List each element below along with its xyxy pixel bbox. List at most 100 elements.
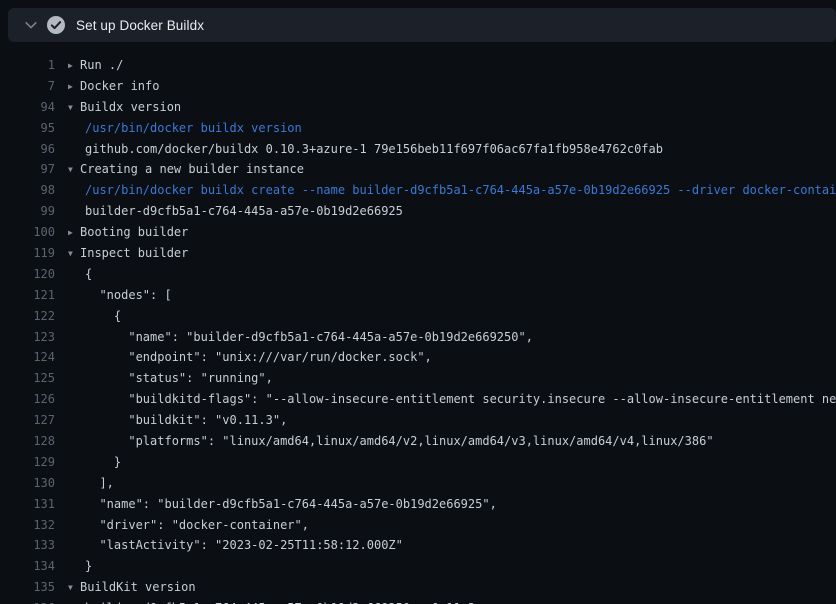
line-number[interactable]: 100 (0, 222, 55, 243)
line-number[interactable]: 121 (0, 285, 55, 306)
line-number[interactable]: 124 (0, 347, 55, 368)
log-line: 132 "driver": "docker-container", (0, 515, 836, 536)
line-number[interactable]: 130 (0, 473, 55, 494)
group-title: Docker info (80, 79, 159, 93)
line-number[interactable]: 127 (0, 410, 55, 431)
line-number[interactable]: 95 (0, 118, 55, 139)
log-line: 96 github.com/docker/buildx 0.10.3+azure-… (0, 139, 836, 160)
line-number[interactable]: 132 (0, 515, 55, 536)
line-number[interactable]: 129 (0, 452, 55, 473)
line-number[interactable]: 128 (0, 431, 55, 452)
output-text: } (85, 455, 121, 469)
log-line-content: "driver": "docker-container", (68, 515, 309, 536)
line-number[interactable]: 120 (0, 264, 55, 285)
log-line-content[interactable]: ▶Docker info (68, 76, 159, 97)
group-title: Run ./ (80, 58, 123, 72)
line-number[interactable]: 123 (0, 327, 55, 348)
command-text: /usr/bin/docker buildx version (85, 121, 302, 135)
line-number[interactable]: 133 (0, 535, 55, 556)
output-text: { (85, 309, 121, 323)
disclosure-expanded-icon[interactable]: ▼ (68, 244, 80, 265)
log-line-content: builder-d9cfb5a1-c764-445a-a57e-0b19d2e6… (68, 598, 475, 604)
output-text: "driver": "docker-container", (85, 518, 309, 532)
log-line: 123 "name": "builder-d9cfb5a1-c764-445a-… (0, 327, 836, 348)
disclosure-expanded-icon[interactable]: ▼ (68, 578, 80, 599)
disclosure-collapsed-icon[interactable]: ▶ (68, 223, 80, 244)
log-line: 95/usr/bin/docker buildx version (0, 118, 836, 139)
log-line-content[interactable]: ▶Run ./ (68, 55, 123, 76)
log-line: 126 "buildkitd-flags": "--allow-insecure… (0, 389, 836, 410)
line-number[interactable]: 7 (0, 76, 55, 97)
line-number[interactable]: 135 (0, 577, 55, 598)
log-group-line[interactable]: 94 ▼Buildx version (0, 97, 836, 118)
line-number[interactable]: 99 (0, 201, 55, 222)
log-area: 1▶Run ./7▶Docker info94▼Buildx version95… (0, 55, 836, 604)
step-header[interactable]: Set up Docker Buildx (8, 8, 836, 42)
disclosure-expanded-icon[interactable]: ▼ (68, 160, 80, 181)
log-line-content: "lastActivity": "2023-02-25T11:58:12.000… (68, 535, 403, 556)
log-group-line[interactable]: 100 ▶Booting builder (0, 222, 836, 243)
output-text: "name": "builder-d9cfb5a1-c764-445a-a57e… (85, 497, 497, 511)
log-line: 128 "platforms": "linux/amd64,linux/amd6… (0, 431, 836, 452)
line-number[interactable]: 97 (0, 159, 55, 180)
output-text: ], (85, 476, 114, 490)
log-line: 98/usr/bin/docker buildx create --name b… (0, 180, 836, 201)
log-line-content: "buildkit": "v0.11.3", (68, 410, 287, 431)
log-line-content: "name": "builder-d9cfb5a1-c764-445a-a57e… (68, 494, 497, 515)
output-text: "status": "running", (85, 371, 273, 385)
chevron-down-icon[interactable] (23, 17, 39, 33)
output-text: } (85, 559, 92, 573)
line-number[interactable]: 126 (0, 389, 55, 410)
log-line: 133 "lastActivity": "2023-02-25T11:58:12… (0, 535, 836, 556)
log-group-line[interactable]: 7 ▶Docker info (0, 76, 836, 97)
log-line-content: "endpoint": "unix:///var/run/docker.sock… (68, 347, 432, 368)
group-title: Inspect builder (80, 246, 188, 260)
disclosure-collapsed-icon[interactable]: ▶ (68, 77, 80, 98)
output-text: builder-d9cfb5a1-c764-445a-a57e-0b19d2e6… (85, 204, 403, 218)
group-title: Creating a new builder instance (80, 162, 304, 176)
log-line-content[interactable]: ▼Buildx version (68, 97, 181, 118)
log-line-content: "name": "builder-d9cfb5a1-c764-445a-a57e… (68, 327, 533, 348)
log-line-content: /usr/bin/docker buildx create --name bui… (68, 180, 836, 201)
log-group-line[interactable]: 97 ▼Creating a new builder instance (0, 159, 836, 180)
command-text: /usr/bin/docker buildx create --name bui… (85, 183, 836, 197)
line-number[interactable]: 1 (0, 55, 55, 76)
log-group-line[interactable]: 135 ▼BuildKit version (0, 577, 836, 598)
log-line-content[interactable]: ▼BuildKit version (68, 577, 196, 598)
log-line-content: /usr/bin/docker buildx version (68, 118, 302, 139)
disclosure-expanded-icon[interactable]: ▼ (68, 98, 80, 119)
log-line: 134} (0, 556, 836, 577)
log-line-content: { (68, 264, 92, 285)
log-line: 127 "buildkit": "v0.11.3", (0, 410, 836, 431)
disclosure-collapsed-icon[interactable]: ▶ (68, 56, 80, 77)
line-number[interactable]: 131 (0, 494, 55, 515)
line-number[interactable]: 119 (0, 243, 55, 264)
group-title: Buildx version (80, 100, 181, 114)
log-line-content: { (68, 306, 121, 327)
log-line: 131 "name": "builder-d9cfb5a1-c764-445a-… (0, 494, 836, 515)
log-line-content[interactable]: ▼Inspect builder (68, 243, 188, 264)
line-number[interactable]: 125 (0, 368, 55, 389)
line-number[interactable]: 98 (0, 180, 55, 201)
line-number[interactable]: 134 (0, 556, 55, 577)
log-line: 99 builder-d9cfb5a1-c764-445a-a57e-0b19d2… (0, 201, 836, 222)
output-text: "buildkit": "v0.11.3", (85, 413, 287, 427)
output-text: "nodes": [ (85, 288, 172, 302)
output-text: github.com/docker/buildx 0.10.3+azure-1 … (85, 142, 663, 156)
log-line-content: } (68, 556, 92, 577)
line-number[interactable]: 136 (0, 598, 55, 604)
line-number[interactable]: 94 (0, 97, 55, 118)
log-group-line[interactable]: 119 ▼Inspect builder (0, 243, 836, 264)
log-line-content: } (68, 452, 121, 473)
line-number[interactable]: 122 (0, 306, 55, 327)
log-line-content: builder-d9cfb5a1-c764-445a-a57e-0b19d2e6… (68, 201, 403, 222)
log-line-content: "buildkitd-flags": "--allow-insecure-ent… (68, 389, 836, 410)
output-text: "platforms": "linux/amd64,linux/amd64/v2… (85, 434, 714, 448)
log-group-line[interactable]: 1 ▶Run ./ (0, 55, 836, 76)
log-line-content: github.com/docker/buildx 0.10.3+azure-1 … (68, 139, 663, 160)
line-number[interactable]: 96 (0, 139, 55, 160)
log-line-content: ], (68, 473, 114, 494)
log-line-content[interactable]: ▼Creating a new builder instance (68, 159, 304, 180)
log-line: 122 { (0, 306, 836, 327)
log-line-content[interactable]: ▶Booting builder (68, 222, 188, 243)
